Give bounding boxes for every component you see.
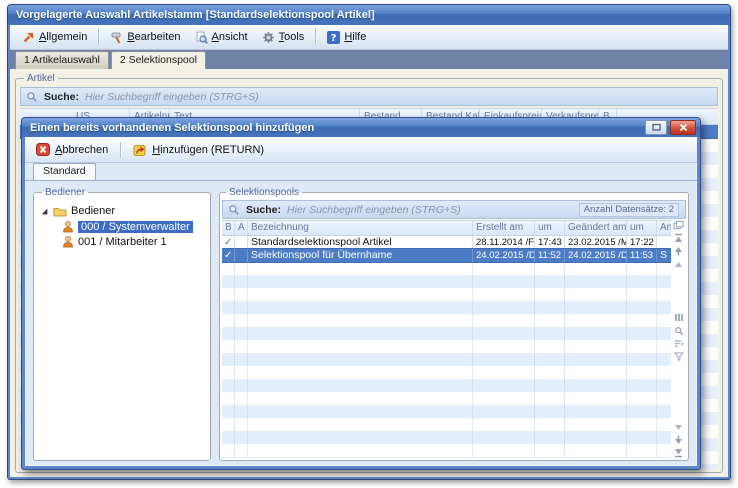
- hinzufuegen-button[interactable]: Hinzufügen (RETURN): [128, 141, 269, 159]
- grid-nav-strip: [671, 220, 686, 458]
- created-date: 24.02.2015 /Di: [473, 249, 535, 262]
- gear-icon: [262, 31, 275, 44]
- column-chooser-icon[interactable]: [673, 220, 685, 230]
- column-header-b[interactable]: B: [222, 221, 235, 235]
- column-header-erstellt-am[interactable]: Erstellt am: [473, 221, 535, 235]
- columns-icon[interactable]: [673, 313, 685, 323]
- close-icon: [679, 123, 688, 132]
- dialog-body: Abbrechen Hinzufügen (RETURN) Standard B…: [25, 137, 697, 466]
- column-header-erstellt-um[interactable]: um: [535, 221, 565, 235]
- menu-tools[interactable]: Tools: [256, 29, 311, 46]
- selektionspools-group-label: Selektionspools: [226, 187, 302, 198]
- bediener-group-label: Bediener: [42, 187, 88, 198]
- scroll-down-icon[interactable]: [673, 422, 685, 432]
- dialog-content: Bediener Bediener 000 / Systemverwalter: [25, 180, 697, 466]
- pool-name: Selektionspool für Übernhame: [248, 249, 473, 262]
- search-icon: [228, 204, 240, 216]
- menu-allgemein-label: Allgemein: [39, 31, 87, 43]
- user-icon: [62, 220, 74, 233]
- tree-node-bediener[interactable]: Bediener: [40, 203, 204, 219]
- menu-hilfe[interactable]: ? Hilfe: [321, 29, 372, 46]
- changed-date: 24.02.2015 /Di: [565, 249, 627, 262]
- restore-button[interactable]: [645, 120, 667, 135]
- menubar: Allgemein Bearbeiten Ansicht Tools ?: [10, 25, 728, 50]
- column-header-bezeichnung[interactable]: Bezeichnung: [248, 221, 473, 235]
- record-count-badge: Anzahl Datensätze: 2: [579, 203, 679, 217]
- tab-selektionspool[interactable]: 2 Selektionspool: [111, 51, 206, 69]
- main-tabstrip: 1 Artikelauswahl 2 Selektionspool: [10, 50, 728, 69]
- pools-table-header: B A Bezeichnung Erstellt am um Geändert …: [222, 220, 671, 236]
- toolbar-separator: [120, 142, 121, 158]
- pools-search-bar[interactable]: Suche: Hier Suchbegriff eingeben (STRG+S…: [222, 200, 686, 219]
- add-yellow-icon: [133, 143, 147, 157]
- an-value: S: [657, 249, 671, 262]
- column-header-a[interactable]: A: [235, 221, 248, 235]
- menu-allgemein[interactable]: Allgemein: [16, 29, 93, 46]
- tree-user-1-label: 001 / Mitarbeiter 1: [78, 236, 167, 248]
- goto-last-icon[interactable]: [673, 448, 685, 458]
- sort-icon[interactable]: [673, 339, 685, 349]
- artikel-search-placeholder: Hier Suchbegriff eingeben (STRG+S): [85, 91, 259, 103]
- tree-node-systemverwalter[interactable]: 000 / Systemverwalter: [62, 219, 204, 234]
- move-down-icon[interactable]: [673, 435, 685, 445]
- menu-ansicht[interactable]: Ansicht: [189, 29, 254, 46]
- dialog-title: Einen bereits vorhandenen Selektionspool…: [30, 122, 642, 134]
- checkmark-icon: ✓: [222, 249, 235, 262]
- artikel-search-bar[interactable]: Suche: Hier Suchbegriff eingeben (STRG+S…: [20, 87, 718, 106]
- move-up-icon[interactable]: [673, 246, 685, 256]
- pools-search-label: Suche:: [246, 204, 281, 216]
- created-time: 11:52: [535, 249, 565, 262]
- menu-hilfe-label: Hilfe: [344, 31, 366, 43]
- dialog-titlebar[interactable]: Einen bereits vorhandenen Selektionspool…: [22, 118, 700, 137]
- folder-icon: [53, 205, 67, 217]
- main-window-titlebar[interactable]: Vorgelagerte Auswahl Artikelstamm [Stand…: [8, 5, 730, 25]
- tab-artikelauswahl[interactable]: 1 Artikelauswahl: [15, 51, 109, 69]
- menu-separator: [98, 29, 99, 45]
- tree-node-mitarbeiter1[interactable]: 001 / Mitarbeiter 1: [62, 234, 204, 249]
- screenshot-root: Vorgelagerte Auswahl Artikelstamm [Stand…: [0, 0, 738, 488]
- tree-user-0-label: 000 / Systemverwalter: [78, 221, 193, 233]
- filter-icon[interactable]: [673, 352, 685, 362]
- bediener-tree: Bediener 000 / Systemverwalter 001 / Mit…: [38, 201, 206, 251]
- hammer-icon: [110, 31, 123, 44]
- close-button[interactable]: [670, 120, 696, 135]
- column-header-geaendert-um[interactable]: um: [627, 221, 657, 235]
- abbrechen-button[interactable]: Abbrechen: [31, 141, 113, 158]
- column-header-geaendert-am[interactable]: Geändert am: [565, 221, 627, 235]
- menu-bearbeiten-label: Bearbeiten: [127, 31, 180, 43]
- help-icon: ?: [327, 31, 340, 44]
- bediener-groupbox: Bediener Bediener 000 / Systemverwalter: [33, 187, 211, 461]
- tree-root-label: Bediener: [71, 205, 115, 217]
- menu-bearbeiten[interactable]: Bearbeiten: [104, 29, 186, 46]
- restore-icon: [651, 123, 662, 132]
- artikel-search-label: Suche:: [44, 91, 79, 103]
- menu-tools-label: Tools: [279, 31, 305, 43]
- artikel-group-label: Artikel: [24, 73, 58, 84]
- add-selektionspool-dialog: Einen bereits vorhandenen Selektionspool…: [21, 117, 701, 470]
- pools-table-empty-area: [222, 262, 671, 458]
- scroll-up-icon[interactable]: [673, 259, 685, 269]
- main-window-title: Vorgelagerte Auswahl Artikelstamm [Stand…: [16, 9, 375, 21]
- menu-separator: [315, 29, 316, 45]
- tree-expander-icon: [40, 207, 49, 216]
- column-header-an[interactable]: An: [657, 221, 671, 235]
- search-grid-icon[interactable]: [673, 326, 685, 336]
- hinzufuegen-label: Hinzufügen (RETURN): [152, 144, 264, 156]
- menu-ansicht-label: Ansicht: [212, 31, 248, 43]
- goto-first-icon[interactable]: [673, 233, 685, 243]
- tab-standard[interactable]: Standard: [33, 163, 96, 180]
- dialog-toolbar: Abbrechen Hinzufügen (RETURN): [25, 137, 697, 163]
- user-icon: [62, 235, 74, 248]
- search-icon: [26, 91, 38, 103]
- magnifier-document-icon: [195, 31, 208, 44]
- selektionspools-groupbox: Selektionspools Suche: Hier Suchbegriff …: [219, 187, 689, 461]
- changed-time: 11:53: [627, 249, 657, 262]
- pools-search-placeholder: Hier Suchbegriff eingeben (STRG+S): [287, 204, 461, 216]
- cancel-x-icon: [36, 143, 50, 156]
- dialog-tabrow: Standard: [25, 163, 697, 180]
- arrow-north-east-icon: [22, 31, 35, 44]
- pool-row-uebernahme-selected[interactable]: ✓ Selektionspool für Übernhame 24.02.201…: [222, 248, 671, 263]
- abbrechen-label: Abbrechen: [55, 144, 108, 156]
- svg-text:?: ?: [331, 33, 337, 44]
